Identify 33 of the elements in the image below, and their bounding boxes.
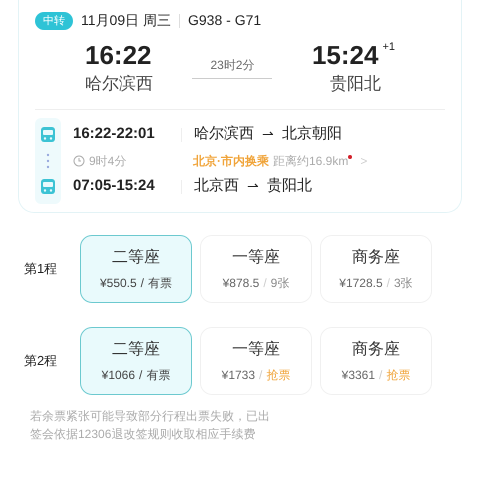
wait-duration: 9时4分 <box>89 152 128 170</box>
notice-text: 签会依据12306退改签规则收取相应手续费 <box>30 426 256 442</box>
seat-option[interactable]: 商务座 ¥3361 / 抢票 <box>320 326 432 394</box>
arrive-station: 贵阳北 <box>330 73 381 95</box>
segment-time: 07:05-15:24 <box>73 176 156 196</box>
leg-label: 第1程 <box>24 260 58 278</box>
next-day-mark: +1 <box>382 40 395 55</box>
clock-icon <box>73 154 85 166</box>
seat-option[interactable]: 二等座 ¥1066 / 有票 <box>80 326 192 394</box>
leg-label: 第2程 <box>24 352 58 370</box>
train-icon <box>39 126 57 144</box>
depart-station: 哈尔滨西 <box>85 73 153 95</box>
seat-option[interactable]: 商务座 ¥1728.5 / 3张 <box>320 234 432 302</box>
seat-option[interactable]: 一等座 ¥1733 / 抢票 <box>200 326 312 394</box>
depart-time: 16:22 <box>85 39 152 71</box>
train-icon <box>39 178 57 196</box>
segment-to: 贵阳北 <box>267 176 312 196</box>
dots-icon <box>46 152 50 168</box>
transfer-badge: 中转 <box>35 12 73 30</box>
segment-arrow: ⇀ <box>247 177 259 196</box>
segment-to: 北京朝阳 <box>282 124 342 144</box>
travel-date: 11月09日 周三 <box>81 11 171 30</box>
transfer-distance: 距离约16.9km <box>273 152 348 170</box>
notice-text: 若余票紧张可能导致部分行程出票失败，已出 <box>30 408 271 424</box>
segment-arrow: ⇀ <box>262 125 274 144</box>
segment-from: 哈尔滨西 <box>194 124 254 144</box>
total-duration: 23时2分 <box>210 57 254 74</box>
arrive-time: 15:24 <box>312 39 378 71</box>
train-numbers: G938 - G71 <box>188 11 262 30</box>
segment-time: 16:22-22:01 <box>73 124 156 144</box>
seat-option[interactable]: 一等座 ¥878.5 / 9张 <box>200 234 312 302</box>
seat-option[interactable]: 二等座 ¥550.5 / 有票 <box>80 234 192 302</box>
segment-from: 北京西 <box>194 176 239 196</box>
